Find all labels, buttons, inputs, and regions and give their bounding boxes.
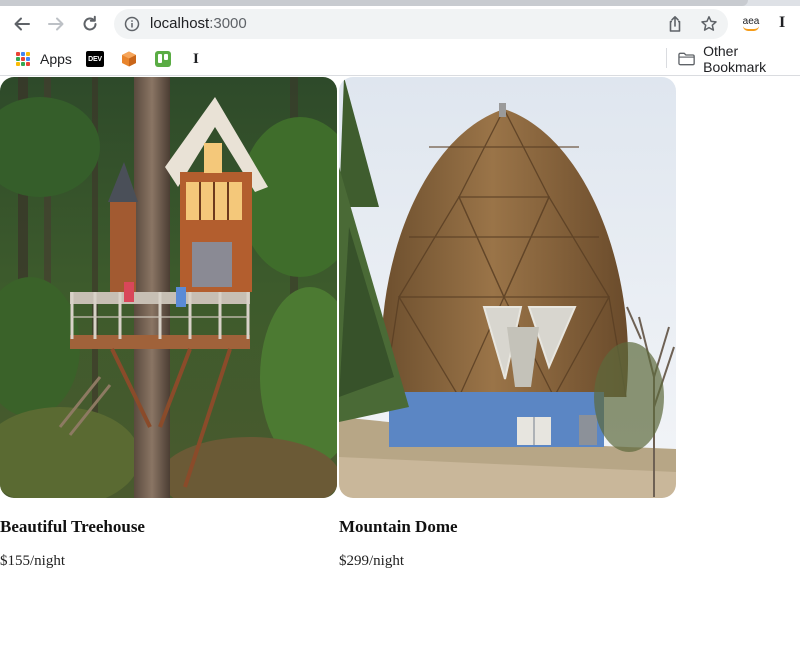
- url-host: localhost: [150, 15, 210, 32]
- bookmarks-separator: [666, 48, 667, 68]
- page-content: Beautiful Treehouse $155/night Mountain …: [0, 77, 800, 666]
- browser-toolbar: localhost:3000 aea I: [0, 6, 800, 42]
- address-bar[interactable]: localhost:3000: [114, 9, 728, 39]
- url-text[interactable]: localhost:3000: [150, 15, 247, 33]
- listing-title[interactable]: Mountain Dome: [339, 517, 458, 537]
- listing-price: $155/night: [0, 553, 66, 569]
- serif-i-icon: I: [193, 50, 199, 67]
- listing-card-dome[interactable]: Mountain Dome $299/night: [339, 77, 676, 569]
- other-bookmarks[interactable]: Other Bookmark: [678, 43, 800, 75]
- arrow-right-icon: [48, 17, 64, 31]
- bookmark-star-icon[interactable]: [700, 15, 718, 33]
- listing-card-treehouse[interactable]: Beautiful Treehouse $155/night: [0, 77, 337, 569]
- bookmark-cube[interactable]: [120, 50, 138, 68]
- reload-button[interactable]: [78, 12, 102, 36]
- amazon-smile-icon: [743, 26, 759, 31]
- orange-cube-icon: [122, 51, 136, 67]
- back-button[interactable]: [10, 12, 34, 36]
- share-icon[interactable]: [666, 15, 684, 33]
- bookmark-serif-i[interactable]: I: [193, 50, 199, 68]
- bookmark-dev[interactable]: DEV: [86, 50, 104, 68]
- dev-logo-icon: DEV: [86, 51, 104, 67]
- serif-i-extension-button[interactable]: I: [779, 14, 785, 32]
- bookmark-trello[interactable]: [155, 50, 171, 68]
- amazon-extension-button[interactable]: aea: [740, 16, 762, 34]
- dome-photo[interactable]: [339, 77, 676, 498]
- url-port: :3000: [209, 15, 247, 32]
- listing-title[interactable]: Beautiful Treehouse: [0, 517, 145, 537]
- bookmarks-bar: Apps DEV I Other Bookmark: [0, 42, 800, 76]
- folder-icon: [678, 52, 695, 66]
- forward-button[interactable]: [44, 12, 68, 36]
- treehouse-photo[interactable]: [0, 77, 337, 498]
- apps-grid-icon: [16, 52, 30, 66]
- listing-price: $299/night: [339, 553, 405, 569]
- reload-icon: [83, 15, 97, 31]
- site-info-icon[interactable]: [124, 16, 140, 32]
- bookmark-apps[interactable]: Apps: [16, 50, 72, 68]
- bookmark-apps-label: Apps: [40, 51, 72, 67]
- other-bookmarks-label: Other Bookmark: [703, 43, 767, 75]
- arrow-left-icon: [14, 17, 30, 31]
- trello-icon: [155, 51, 171, 67]
